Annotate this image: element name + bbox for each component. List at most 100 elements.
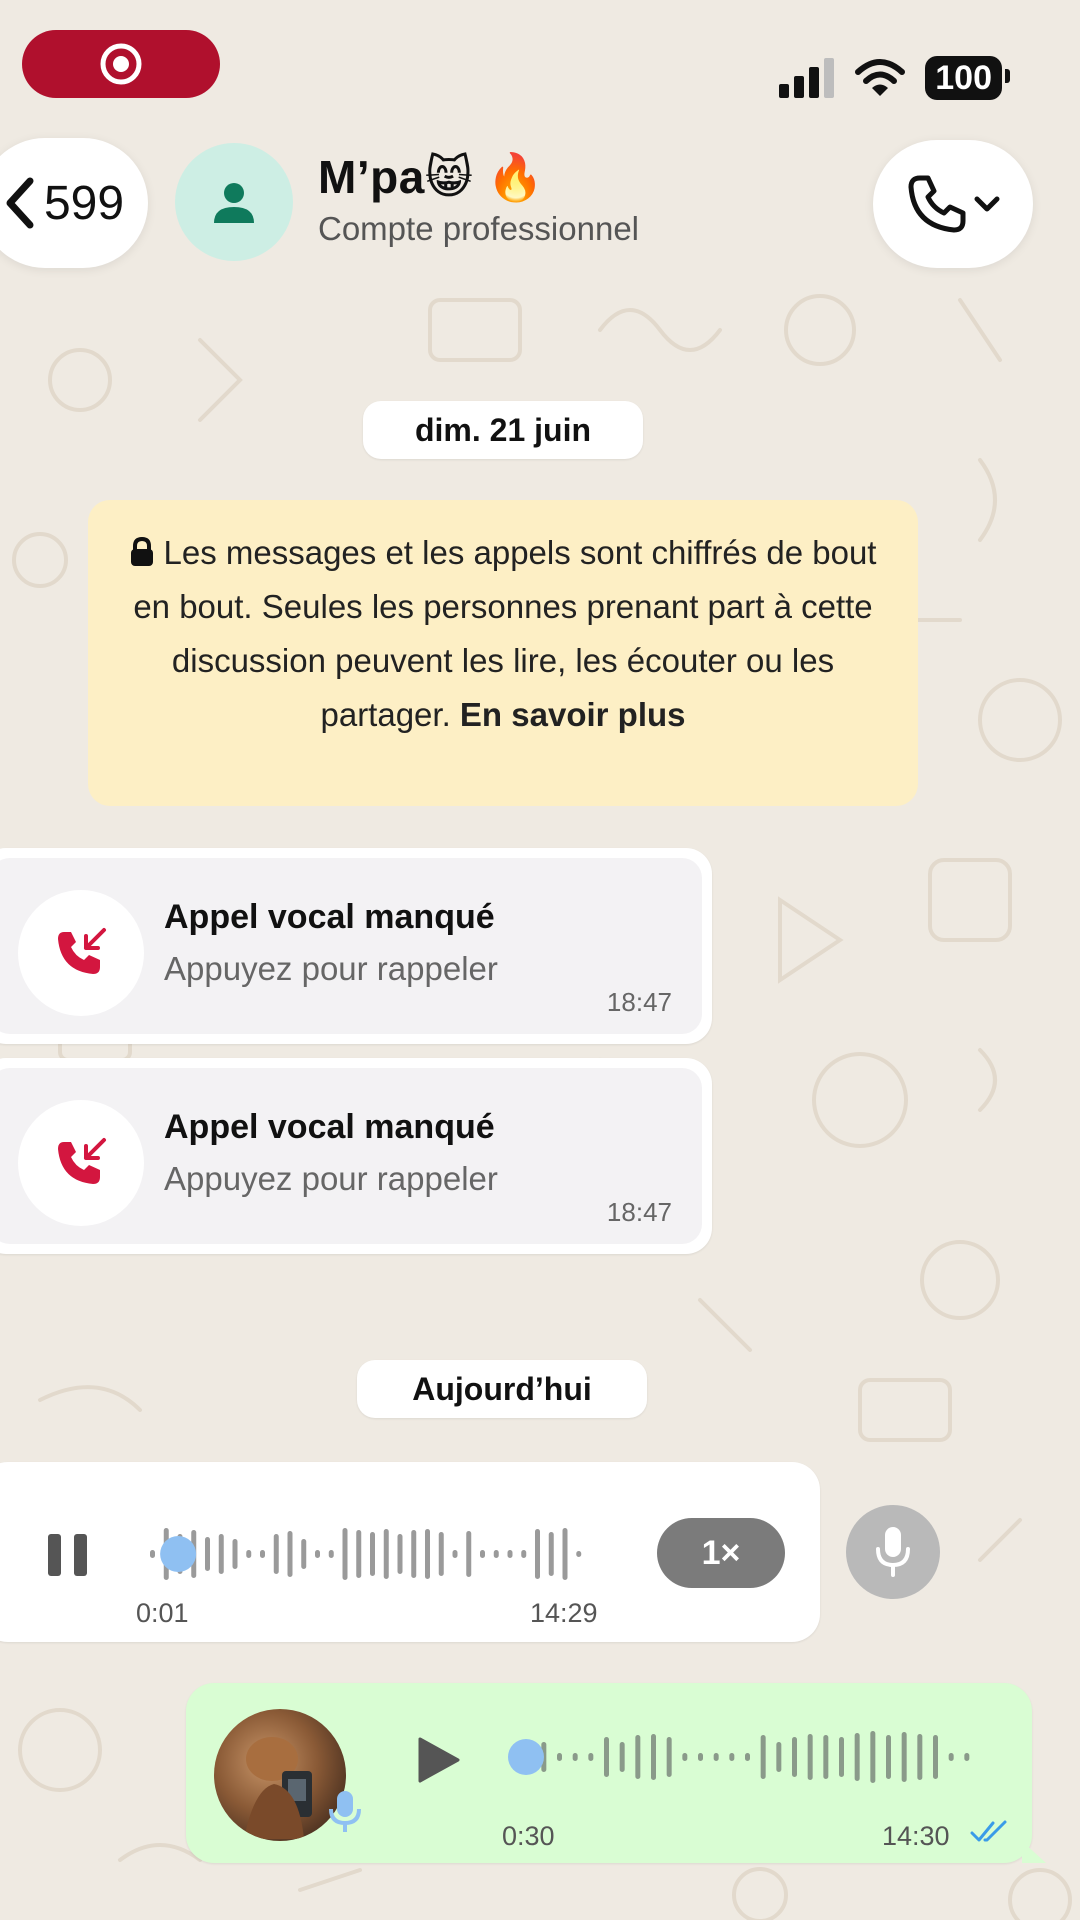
waveform-bar — [260, 1550, 265, 1558]
wifi-icon — [855, 59, 906, 96]
contact-name[interactable]: M’pa😸 🔥 — [318, 150, 544, 205]
waveform-bar — [682, 1753, 688, 1761]
avatar[interactable] — [175, 143, 293, 261]
avatar-photo — [244, 1737, 312, 1839]
date-chip: dim. 21 juin — [363, 401, 643, 459]
waveform-bar — [948, 1753, 954, 1761]
waveform-bar — [933, 1735, 938, 1779]
waveform-bar — [342, 1528, 348, 1580]
waveform-bar — [588, 1753, 594, 1761]
waveform-bar — [273, 1534, 279, 1574]
waveform-bar — [493, 1550, 499, 1558]
waveform-bar — [425, 1529, 430, 1579]
waveform-bar — [651, 1734, 656, 1780]
phone-icon — [908, 175, 966, 233]
play-icon[interactable] — [416, 1735, 462, 1785]
waveform-bar — [246, 1550, 252, 1558]
waveform-bar — [666, 1737, 672, 1777]
waveform-bar — [964, 1753, 970, 1761]
waveform-bar — [356, 1530, 362, 1578]
battery-indicator: 100 — [925, 56, 1010, 100]
waveform-bar — [729, 1753, 735, 1761]
waveform-bar — [807, 1734, 813, 1780]
waveform-bar — [205, 1537, 210, 1571]
voice-message-outgoing[interactable]: 0:30 14:30 — [186, 1683, 1046, 1863]
waveform-bar — [870, 1731, 876, 1783]
waveform-bar — [823, 1735, 829, 1779]
waveform-bar — [383, 1529, 389, 1579]
waveform-bar — [854, 1733, 860, 1781]
missed-call-bubble[interactable]: Appel vocal manqué Appuyez pour rappeler… — [0, 1058, 712, 1254]
pause-icon[interactable] — [46, 1532, 90, 1578]
voice-duration: 0:30 — [502, 1821, 555, 1851]
call-subtitle: Appuyez pour rappeler — [164, 950, 498, 987]
call-title: Appel vocal manqué — [164, 1108, 495, 1146]
voice-elapsed: 0:01 — [136, 1598, 189, 1628]
waveform-bar — [917, 1734, 923, 1780]
waveform-bar — [562, 1528, 568, 1580]
unread-count: 599 — [43, 176, 125, 230]
date-chip-today: Aujourd’hui — [357, 1360, 647, 1418]
encryption-notice[interactable]: Les messages et les appels sont chiffrés… — [88, 500, 918, 806]
call-subtitle: Appuyez pour rappeler — [164, 1160, 498, 1197]
waveform-bar — [886, 1735, 891, 1779]
missed-call-icon-wrap — [18, 890, 144, 1016]
waveform-bar — [301, 1539, 307, 1569]
waveform-bar — [792, 1737, 797, 1777]
waveform-bar — [397, 1534, 403, 1574]
learn-more-link[interactable]: En savoir plus — [460, 696, 686, 733]
waveform-bar — [635, 1735, 641, 1779]
waveform-progress-knob[interactable] — [508, 1739, 544, 1775]
waveform-bar — [572, 1753, 578, 1761]
status-indicators: 100 — [779, 56, 1010, 100]
missed-call-bubble[interactable]: Appel vocal manqué Appuyez pour rappeler… — [0, 848, 712, 1044]
recording-indicator[interactable] — [22, 30, 220, 98]
waveform-bar — [557, 1753, 562, 1761]
waveform-bar — [776, 1742, 782, 1772]
waveform-bar — [698, 1753, 703, 1761]
waveform-bar — [315, 1550, 320, 1558]
waveform-bar — [452, 1550, 458, 1558]
waveform-bar — [232, 1539, 238, 1569]
chevron-down-icon — [974, 196, 1000, 212]
waveform-bar — [745, 1753, 750, 1761]
mic-icon — [876, 1527, 910, 1577]
message-time: 14:30 — [882, 1821, 950, 1851]
message-time: 18:47 — [606, 987, 672, 1017]
message-time: 18:47 — [606, 1197, 672, 1227]
double-check-icon — [970, 1820, 1007, 1842]
missed-call-icon-wrap — [18, 1100, 144, 1226]
mic-icon — [329, 1791, 361, 1832]
voice-waveform[interactable] — [148, 1524, 588, 1584]
contact-subtitle: Compte professionnel — [318, 210, 640, 247]
waveform-bar — [901, 1732, 907, 1782]
message-time: 14:29 — [530, 1598, 598, 1628]
record-icon — [100, 43, 142, 85]
missed-call-icon — [58, 1138, 106, 1184]
waveform-bar — [411, 1530, 417, 1578]
signal-bars-icon — [779, 58, 835, 98]
chevron-left-icon — [6, 177, 34, 229]
lock-icon — [130, 537, 153, 566]
call-button[interactable] — [873, 140, 1033, 268]
waveform-bar — [328, 1550, 334, 1558]
waveform-bar — [218, 1534, 224, 1574]
waveform-bar — [576, 1551, 582, 1557]
sender-avatar — [214, 1709, 346, 1841]
missed-call-icon — [58, 928, 106, 974]
waveform-bar — [507, 1550, 513, 1558]
waveform-bar — [287, 1531, 293, 1577]
playback-speed-button[interactable]: 1× — [657, 1518, 785, 1588]
waveform-bar — [535, 1529, 540, 1579]
waveform-bar — [604, 1737, 609, 1777]
waveform-bar — [521, 1550, 527, 1558]
voice-record-button[interactable] — [846, 1505, 940, 1599]
call-title: Appel vocal manqué — [164, 898, 495, 936]
waveform-bar — [548, 1532, 554, 1576]
waveform-bar — [150, 1550, 155, 1558]
back-button[interactable]: 599 — [0, 138, 148, 268]
waveform-progress-knob[interactable] — [160, 1536, 197, 1572]
voice-waveform[interactable] — [508, 1727, 978, 1787]
waveform-bar — [619, 1742, 625, 1772]
waveform-bar — [438, 1532, 444, 1576]
